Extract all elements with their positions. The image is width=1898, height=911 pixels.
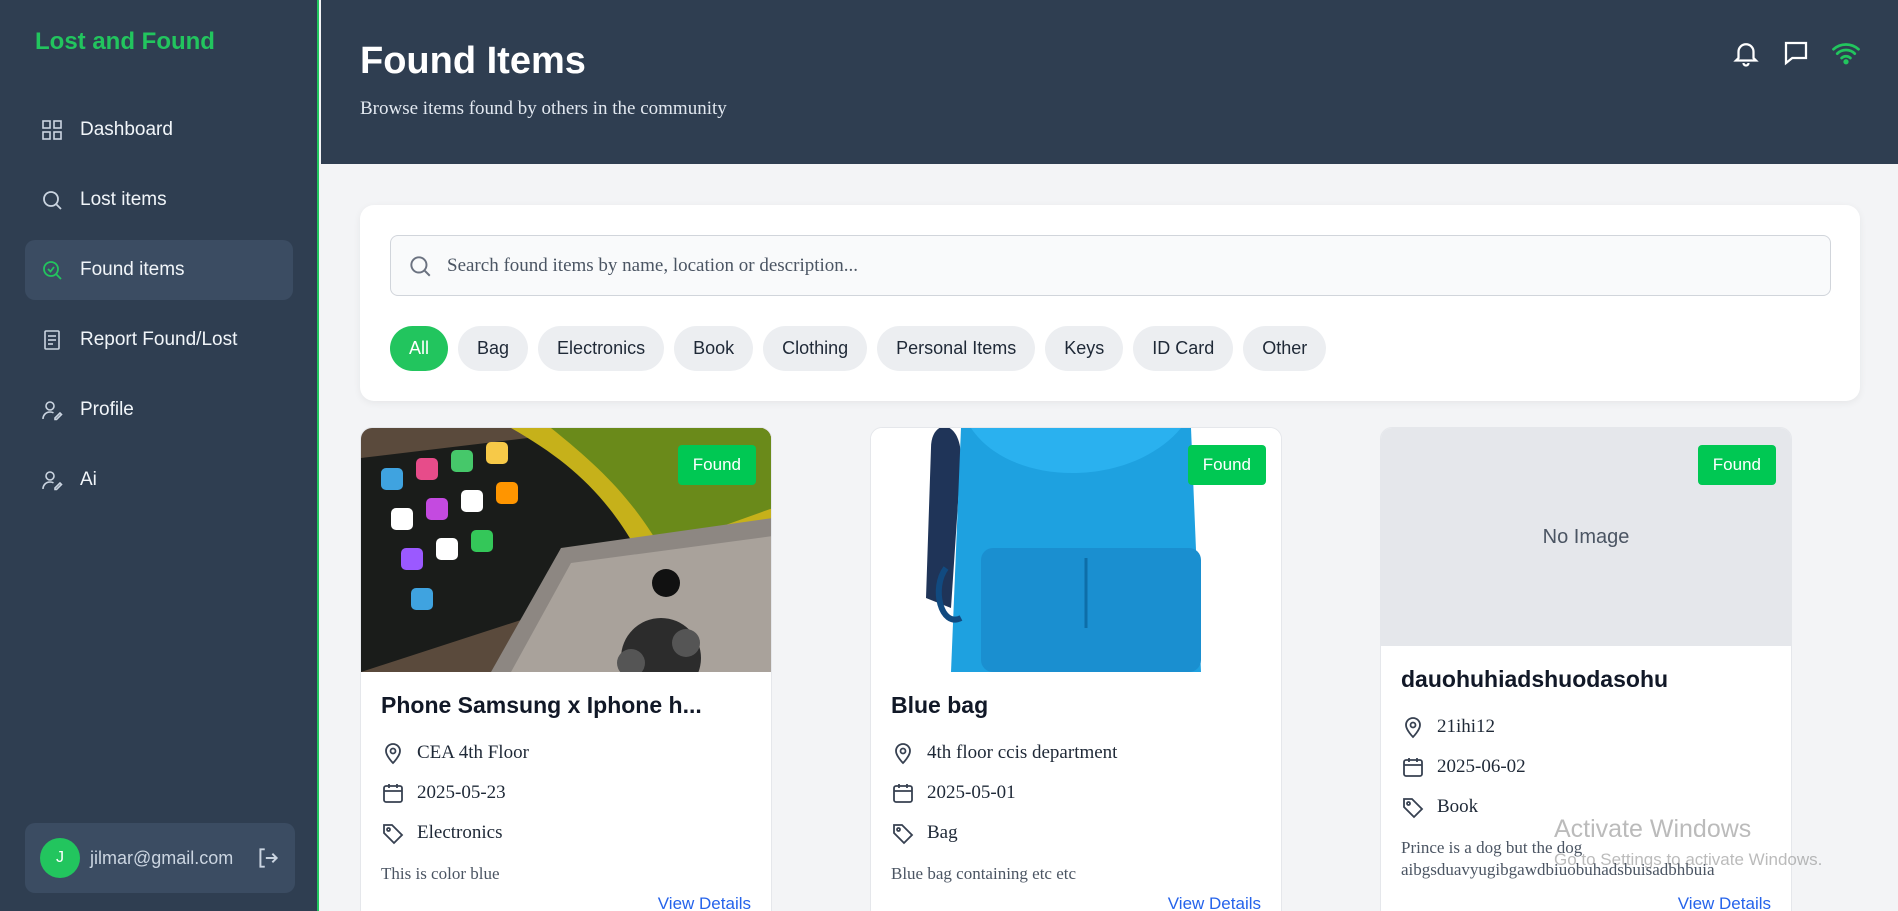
item-card[interactable]: Found Blue bag 4th floor ccis department… <box>870 427 1282 911</box>
filter-chip-keys[interactable]: Keys <box>1045 326 1124 371</box>
map-pin-icon <box>385 743 401 765</box>
logout-icon[interactable] <box>255 845 281 871</box>
search-box <box>390 235 1831 296</box>
filter-chips: All Bag Electronics Book Clothing Person… <box>390 326 1327 371</box>
search-check-icon <box>40 258 64 282</box>
bell-icon[interactable] <box>1731 38 1761 68</box>
sidebar-item-label: Found items <box>80 259 185 280</box>
view-details-link[interactable]: View Details <box>658 894 751 911</box>
avatar: J <box>40 838 80 878</box>
user-edit-icon <box>40 468 64 492</box>
search-input[interactable] <box>447 254 1797 277</box>
map-pin-icon <box>895 743 911 765</box>
sidebar-item-label: Ai <box>80 469 97 490</box>
item-image-bag: Found <box>871 428 1281 672</box>
view-details-link[interactable]: View Details <box>1168 894 1261 911</box>
calendar-icon <box>1403 758 1423 777</box>
sidebar-item-label: Report Found/Lost <box>80 329 238 350</box>
filter-chip-clothing[interactable]: Clothing <box>763 326 868 371</box>
sidebar-item-found-items[interactable]: Found items <box>25 240 293 300</box>
sidebar-item-label: Lost items <box>80 189 167 210</box>
item-description: Blue bag containing etc etc <box>891 864 1077 883</box>
item-title: Blue bag <box>891 692 989 718</box>
filter-chip-bag[interactable]: Bag <box>458 326 529 371</box>
sidebar-item-label: Profile <box>80 399 134 420</box>
item-category: Bag <box>891 813 1261 853</box>
document-icon <box>40 328 64 352</box>
item-location: 21ihi12 <box>1401 707 1771 747</box>
filter-chip-other[interactable]: Other <box>1243 326 1327 371</box>
item-date: 2025-05-23 <box>381 773 751 813</box>
item-image-phone: Found <box>361 428 771 672</box>
calendar-icon <box>383 784 403 803</box>
brand-logo[interactable]: Lost and Found <box>35 28 215 56</box>
wifi-icon[interactable] <box>1831 38 1861 68</box>
tag-icon <box>893 824 914 845</box>
map-pin-icon <box>1405 717 1421 739</box>
search-icon <box>40 188 64 212</box>
view-details-link[interactable]: View Details <box>1678 894 1771 911</box>
item-date: 2025-06-02 <box>1401 747 1771 787</box>
filter-chip-personal-items[interactable]: Personal Items <box>877 326 1036 371</box>
user-edit-icon <box>40 398 64 422</box>
sidebar-item-dashboard[interactable]: Dashboard <box>25 100 293 160</box>
search-panel: All Bag Electronics Book Clothing Person… <box>360 205 1860 401</box>
sidebar-item-profile[interactable]: Profile <box>25 380 293 440</box>
grid-icon <box>40 118 64 142</box>
filter-chip-id-card[interactable]: ID Card <box>1133 326 1234 371</box>
item-title: dauohuhiadshuodasohu <box>1401 666 1669 692</box>
sidebar-item-ai[interactable]: Ai <box>25 450 293 510</box>
item-title: Phone Samsung x Iphone h... <box>381 692 702 718</box>
filter-chip-book[interactable]: Book <box>674 326 754 371</box>
tag-icon <box>383 824 404 845</box>
item-date: 2025-05-01 <box>891 773 1261 813</box>
sidebar-item-report[interactable]: Report Found/Lost <box>25 310 293 370</box>
item-description: This is color blue <box>381 864 500 883</box>
status-badge: Found <box>1697 445 1776 485</box>
page-title: Found Items <box>360 40 586 82</box>
no-image-label: No Image <box>1542 525 1630 548</box>
item-category: Electronics <box>381 813 751 853</box>
header: Found Items Browse items found by others… <box>321 0 1898 164</box>
user-email: jilmar@gmail.com <box>90 847 234 868</box>
item-card[interactable]: Found Phone Samsung x Iphone h... CEA 4t… <box>360 427 772 911</box>
calendar-icon <box>893 784 913 803</box>
search-icon <box>410 255 431 276</box>
sidebar: Lost and Found Dashboard Lost items Foun… <box>0 0 319 911</box>
item-location: 4th floor ccis department <box>891 733 1261 773</box>
activation-watermark: Activate Windows Go to Settings to activ… <box>1554 815 1823 869</box>
item-location: CEA 4th Floor <box>381 733 751 773</box>
sidebar-item-lost-items[interactable]: Lost items <box>25 170 293 230</box>
filter-chip-electronics[interactable]: Electronics <box>538 326 665 371</box>
item-image-placeholder: No Image Found <box>1381 428 1791 646</box>
message-icon[interactable] <box>1781 38 1811 68</box>
sidebar-item-label: Dashboard <box>80 119 173 140</box>
status-badge: Found <box>1187 445 1266 485</box>
status-badge: Found <box>677 445 756 485</box>
user-card: J jilmar@gmail.com <box>25 823 295 893</box>
filter-chip-all[interactable]: All <box>390 326 449 371</box>
tag-icon <box>1403 798 1424 819</box>
page-subtitle: Browse items found by others in the comm… <box>360 98 727 119</box>
